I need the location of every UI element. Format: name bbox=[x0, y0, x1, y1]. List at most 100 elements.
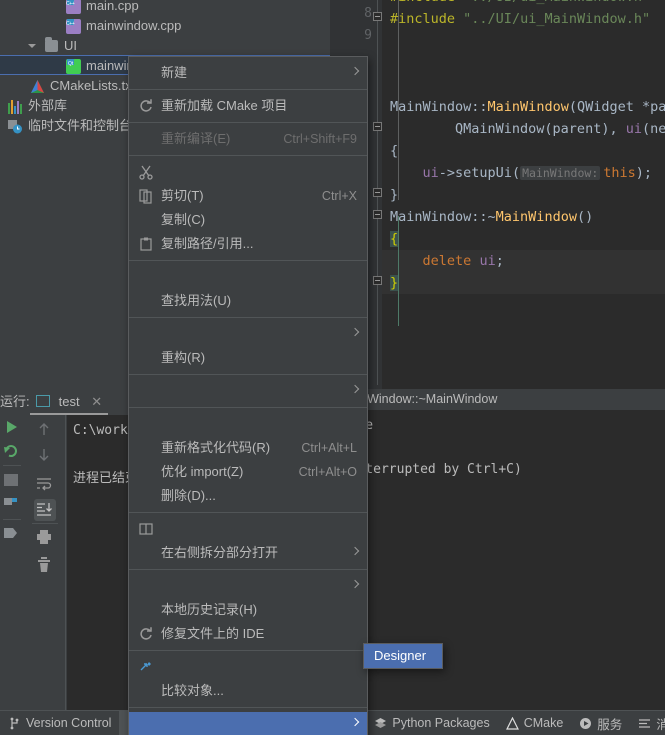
breadcrumb[interactable]: MainWindow::~MainWindow bbox=[330, 389, 665, 410]
chevron-right-icon bbox=[350, 384, 360, 394]
status-item-services[interactable]: 服务 bbox=[571, 711, 630, 735]
fold-toggle-icon[interactable] bbox=[373, 210, 382, 219]
menu-item-validate[interactable]: 重构(R) bbox=[129, 346, 367, 370]
menu-item-label: 剪切(T) bbox=[161, 188, 204, 203]
trash-icon[interactable] bbox=[34, 555, 56, 577]
run-console-toolbar[interactable] bbox=[26, 415, 66, 710]
menu-item-shortcut: Ctrl+Alt+O bbox=[298, 465, 357, 479]
menu-separator bbox=[129, 650, 367, 651]
status-item-version-control[interactable]: Version Control bbox=[0, 711, 119, 735]
code-token: } bbox=[390, 187, 399, 203]
layout-icon[interactable] bbox=[1, 470, 23, 492]
menu-separator bbox=[129, 512, 367, 513]
run-tab-test[interactable]: test ✕ bbox=[30, 389, 109, 415]
code-token: QMainWindow(parent), bbox=[390, 121, 626, 137]
context-menu[interactable]: 新建 重新加载 CMake 项目 重新编译(E) Ctrl+Shift+F9 剪… bbox=[128, 56, 368, 735]
menu-item-inspect-code[interactable]: 查找用法(U) bbox=[129, 289, 367, 313]
menu-item-refactor[interactable] bbox=[129, 322, 367, 346]
code-token: -> bbox=[438, 165, 456, 181]
tree-item-label: 外部库 bbox=[28, 98, 68, 113]
code-token: (ne bbox=[641, 121, 665, 137]
code-brace: } bbox=[390, 275, 399, 291]
code-token: ::~ bbox=[471, 209, 496, 225]
status-item-cmake[interactable]: CMake bbox=[498, 711, 572, 735]
code-brace: { bbox=[390, 231, 399, 247]
soft-wrap-icon[interactable] bbox=[34, 473, 56, 495]
menu-item-split-right[interactable] bbox=[129, 517, 367, 541]
menu-item-label: 复制路径/引用... bbox=[161, 236, 254, 251]
code-token: ( bbox=[511, 165, 521, 181]
menu-item-reformat-code[interactable] bbox=[129, 412, 367, 436]
run-sidebar-actions[interactable] bbox=[0, 415, 24, 710]
status-item-label: 服务 bbox=[597, 717, 623, 732]
messages-icon bbox=[638, 717, 651, 730]
tree-item-mainwindow-cpp[interactable]: mainwindow.cpp bbox=[0, 14, 330, 36]
menu-separator bbox=[129, 569, 367, 570]
cut-icon bbox=[138, 164, 154, 180]
menu-item-new[interactable]: 新建 bbox=[129, 61, 367, 85]
fold-toggle-icon[interactable] bbox=[373, 188, 382, 197]
menu-item-copy[interactable]: 剪切(T) Ctrl+X bbox=[129, 184, 367, 208]
menu-item-delete[interactable]: 优化 import(Z) Ctrl+Alt+O bbox=[129, 460, 367, 484]
chevron-right-icon bbox=[350, 579, 360, 589]
menu-separator bbox=[129, 260, 367, 261]
status-item-python-packages[interactable]: Python Packages bbox=[366, 711, 497, 735]
menu-item-optimize-imports[interactable]: 重新格式化代码(R) Ctrl+Alt+L bbox=[129, 436, 367, 460]
code-token: MainWindow bbox=[390, 209, 472, 225]
close-icon[interactable]: ✕ bbox=[91, 394, 102, 409]
menu-item-shortcut: Ctrl+Shift+F9 bbox=[283, 132, 357, 146]
menu-item-paste[interactable]: 复制路径/引用... bbox=[129, 232, 367, 256]
menu-item-find-usages[interactable] bbox=[129, 265, 367, 289]
cpp-file-icon bbox=[66, 14, 81, 34]
menu-item-reload-cmake[interactable]: 重新加载 CMake 项目 bbox=[129, 94, 367, 118]
scroll-to-end-icon[interactable] bbox=[34, 499, 56, 521]
fold-toggle-icon[interactable] bbox=[373, 276, 382, 285]
chevron-right-icon bbox=[350, 546, 360, 556]
tree-item-main-cpp[interactable]: main.cpp bbox=[0, 0, 330, 16]
fold-toggle-icon[interactable] bbox=[373, 12, 382, 21]
menu-separator bbox=[129, 374, 367, 375]
down-arrow-icon[interactable] bbox=[34, 445, 56, 467]
code-token: #include bbox=[390, 11, 456, 27]
tree-item-ui-folder[interactable]: UI bbox=[0, 36, 330, 56]
qt-ui-file-icon bbox=[66, 54, 81, 74]
menu-item-compare-with[interactable] bbox=[129, 655, 367, 679]
up-arrow-icon[interactable] bbox=[34, 419, 56, 441]
inlay-hint: MainWindow: bbox=[520, 166, 601, 180]
fold-toggle-icon[interactable] bbox=[373, 122, 382, 131]
status-item-messages[interactable]: 消息 bbox=[630, 711, 665, 735]
menu-item-open-in[interactable]: 在右侧拆分部分打开 bbox=[129, 541, 367, 565]
run-config-icon bbox=[36, 395, 50, 407]
code-token: ui bbox=[422, 165, 439, 181]
menu-item-external-tools[interactable] bbox=[129, 712, 367, 735]
chevron-down-icon[interactable] bbox=[27, 41, 38, 52]
menu-item-label: 修复文件上的 IDE bbox=[161, 626, 265, 641]
print-icon[interactable] bbox=[34, 527, 56, 549]
code-token: MainWindow bbox=[390, 99, 472, 115]
external-tools-submenu[interactable]: Designer bbox=[363, 643, 443, 669]
menu-item-bookmarks[interactable] bbox=[129, 379, 367, 403]
menu-item-reload-from-disk[interactable]: 修复文件上的 IDE bbox=[129, 622, 367, 646]
code-token: #include bbox=[390, 0, 455, 5]
pin-icon[interactable] bbox=[1, 523, 23, 545]
code-token: setupUi bbox=[455, 165, 512, 181]
menu-item-repair-ide[interactable]: 本地历史记录(H) bbox=[129, 598, 367, 622]
submenu-item-designer[interactable]: Designer bbox=[364, 644, 442, 668]
code-token: ui bbox=[479, 253, 496, 269]
menu-item-shortcut: Ctrl+Alt+L bbox=[301, 441, 357, 455]
run-tab-label: test bbox=[58, 394, 80, 409]
menu-separator bbox=[129, 317, 367, 318]
menu-item-compare-with-editor[interactable]: 比较对象... bbox=[129, 679, 367, 703]
copy-icon bbox=[138, 188, 154, 204]
menu-item-cut[interactable] bbox=[129, 160, 367, 184]
external-libraries-icon bbox=[8, 100, 23, 114]
stop-icon[interactable] bbox=[1, 441, 23, 463]
rerun-icon[interactable] bbox=[1, 417, 23, 439]
menu-item-copy-path[interactable]: 复制(C) bbox=[129, 208, 367, 232]
menu-item-local-history[interactable] bbox=[129, 574, 367, 598]
menu-item-override-file-type[interactable]: 删除(D)... bbox=[129, 484, 367, 508]
settings-icon[interactable] bbox=[1, 494, 23, 516]
line-number: 9 bbox=[364, 28, 372, 43]
cmake-file-icon bbox=[30, 79, 45, 94]
menu-item-label: 新建 bbox=[161, 65, 188, 80]
